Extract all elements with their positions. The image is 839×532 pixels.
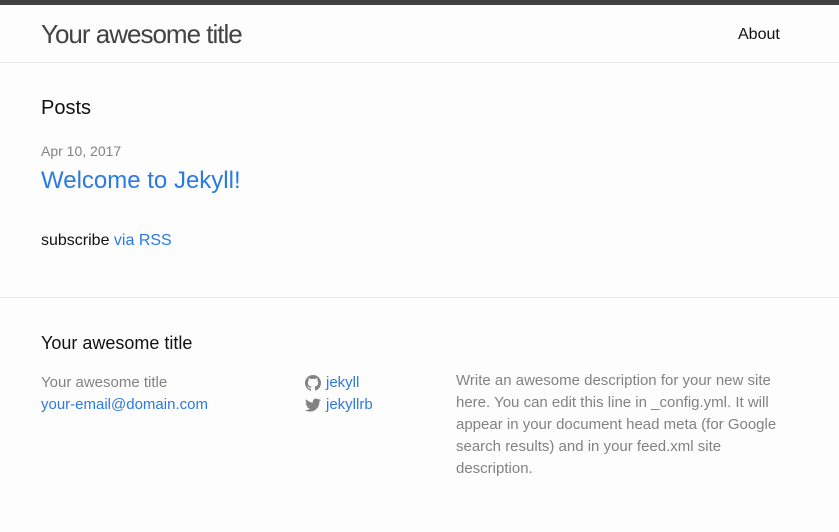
twitter-icon [305,397,321,413]
site-header: Your awesome title About [0,5,839,63]
site-title-link[interactable]: Your awesome title [41,18,243,50]
post-date: Apr 10, 2017 [41,143,122,159]
github-icon [305,375,321,391]
footer-email-link[interactable]: your-email@domain.com [41,394,208,416]
footer-description: Write an awesome description for your ne… [456,372,777,477]
posts-heading: Posts [41,97,92,119]
twitter-username: jekyllrb [326,396,373,413]
footer-social: jekyll jekyllrb [305,372,373,416]
subscribe-line: subscribe via RSS [41,231,172,251]
github-username: jekyll [326,374,360,391]
post-title-link[interactable]: Welcome to Jekyll! [41,166,241,196]
site-footer: Your awesome title Your awesome title yo… [0,297,839,532]
nav-link-about[interactable]: About [738,25,780,45]
footer-site-name: Your awesome title [41,374,168,391]
footer-contact: Your awesome title your-email@domain.com [41,372,208,416]
subscribe-text: subscribe [41,232,114,249]
twitter-link[interactable]: jekyllrb [305,394,373,416]
github-link[interactable]: jekyll [305,372,373,394]
footer-heading: Your awesome title [41,333,193,353]
rss-link[interactable]: via RSS [114,232,172,249]
